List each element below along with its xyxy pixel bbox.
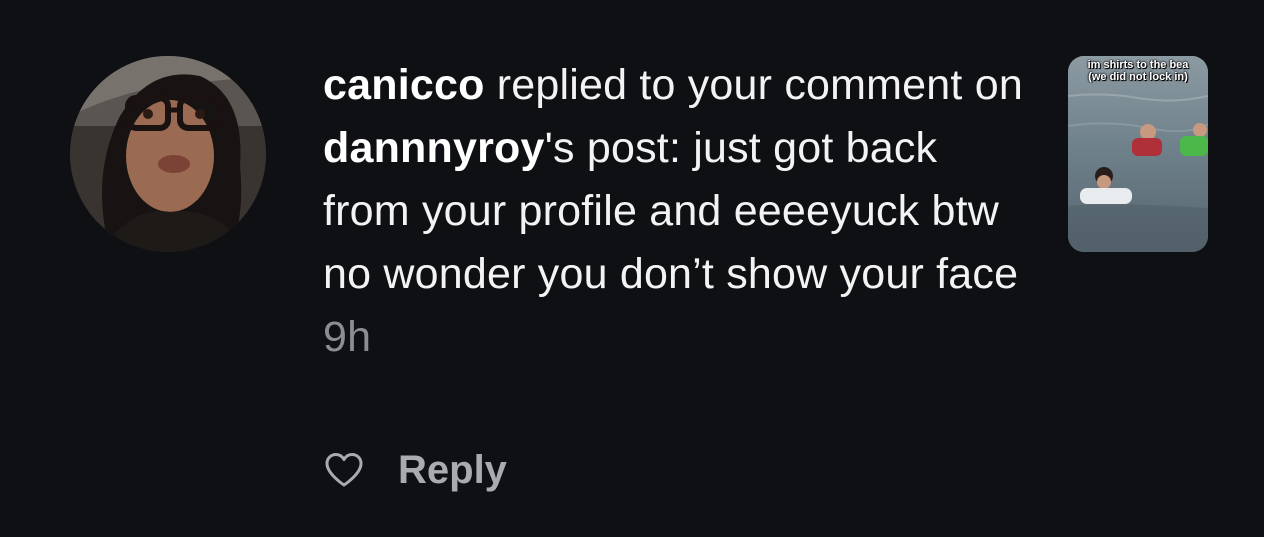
like-button[interactable]	[322, 448, 366, 492]
post-owner-link[interactable]: dannnyroy	[323, 124, 545, 172]
action-bar: Reply	[322, 444, 507, 496]
caption-line-2: (we did not lock in)	[1088, 71, 1188, 83]
notification-item[interactable]: canicco replied to your comment on dannn…	[0, 0, 1264, 537]
thumbnail-image	[1068, 56, 1208, 252]
heart-outline-icon	[325, 453, 363, 487]
username-link[interactable]: canicco	[323, 61, 485, 109]
action-text: replied to your comment on	[484, 61, 1023, 109]
avatar[interactable]	[70, 56, 266, 252]
avatar-photo	[70, 56, 266, 252]
notification-message: canicco replied to your comment on dannn…	[323, 54, 1023, 369]
reply-button[interactable]: Reply	[398, 448, 507, 493]
thumbnail-caption: im shirts to the bea (we did not lock in…	[1068, 59, 1208, 83]
post-thumbnail[interactable]: im shirts to the bea (we did not lock in…	[1068, 56, 1208, 252]
caption-line-1: im shirts to the bea	[1087, 59, 1189, 71]
timestamp: 9h	[323, 313, 372, 361]
